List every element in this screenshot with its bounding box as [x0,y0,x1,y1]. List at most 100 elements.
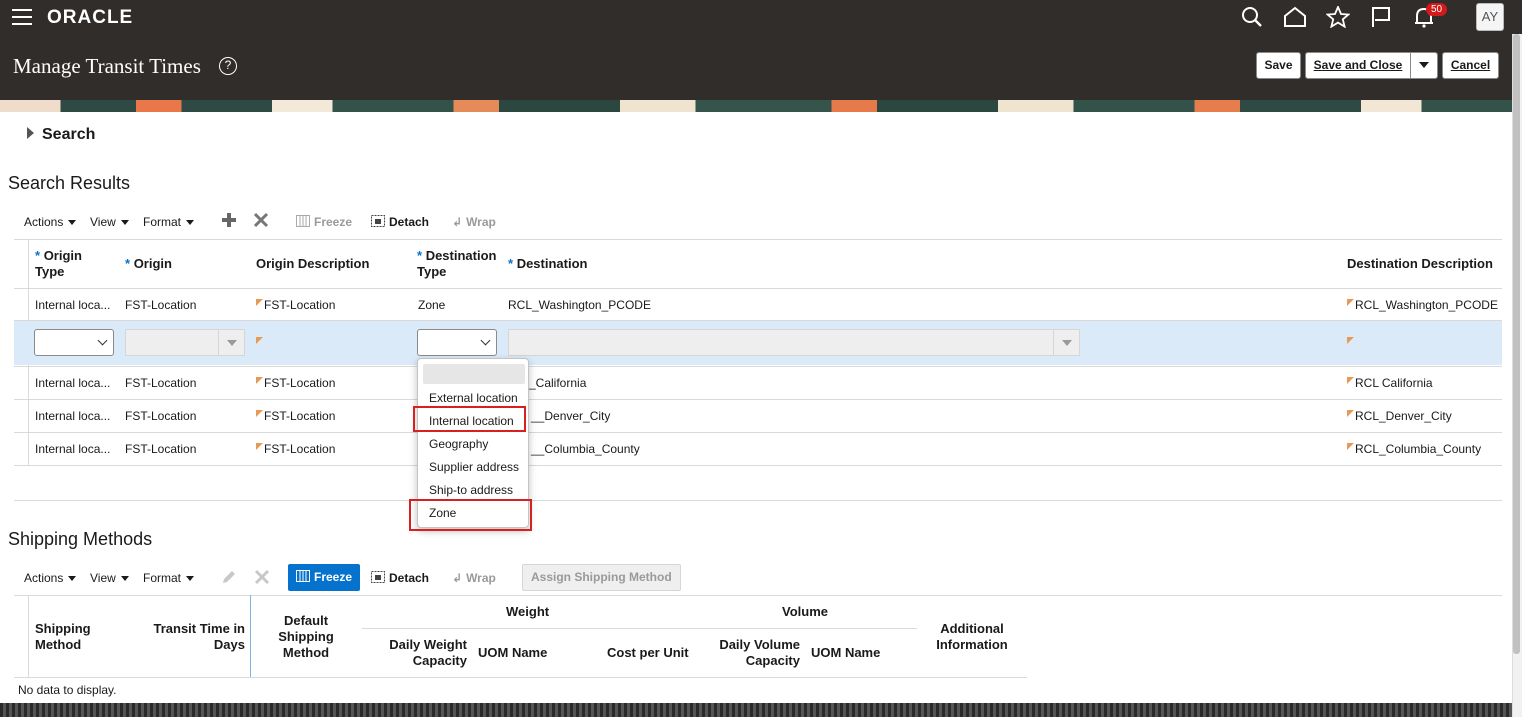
cell-origin[interactable]: FST-Location [125,442,196,456]
decorative-footer [0,703,1512,717]
col-destination-type[interactable]: * Destination Type [417,248,496,280]
global-header: ORACLE 50 AY Manage Transit Times ? Save… [0,0,1522,100]
freeze-button[interactable]: Freeze [296,211,352,233]
save-and-close-button[interactable]: Save and Close [1305,52,1411,79]
actions-menu[interactable]: Actions [24,211,77,233]
cell-origin-description[interactable]: FST-Location [256,376,335,390]
col-daily-volume-capacity[interactable]: Daily Volume Capacity [700,637,800,669]
col-daily-weight-capacity[interactable]: Daily Weight Capacity [372,637,467,669]
shipping-grid-top-border [14,595,1502,596]
cell-destination[interactable]: __Denver_City [531,409,610,423]
edit-pencil-icon[interactable] [221,569,237,592]
cell-origin[interactable]: FST-Location [125,376,196,390]
frozen-column-divider [250,595,251,677]
wrap-icon: ↲ [452,571,463,585]
wrap-button[interactable]: ↲ Wrap [452,211,496,233]
destination-type-select[interactable] [417,329,497,356]
destination-combobox[interactable] [508,329,1080,356]
col-transit-time[interactable]: Transit Time in Days [140,621,245,653]
delete-icon[interactable] [254,569,270,592]
format-menu[interactable]: Format [143,211,195,233]
cell-destination-description[interactable]: RCL California [1347,376,1433,390]
search-disclosure[interactable]: Search [27,126,95,144]
col-destination-description[interactable]: Destination Description [1347,256,1493,272]
user-avatar[interactable]: AY [1476,3,1504,31]
cell-origin-type[interactable]: Internal loca... [35,442,110,456]
cell-destination[interactable]: __Columbia_County [531,442,640,456]
freeze-icon [296,570,310,582]
cell-origin-type[interactable]: Internal loca... [35,298,110,312]
cell-origin[interactable]: FST-Location [125,298,196,312]
note-flag-icon [256,410,263,417]
cell-destination-description[interactable]: RCL_Denver_City [1347,409,1452,423]
col-group-weight: Weight [506,604,550,619]
cell-destination[interactable]: _California [529,376,586,390]
dropdown-option-geography[interactable]: Geography [429,437,488,451]
view-menu[interactable]: View [90,567,129,589]
oracle-logo[interactable]: ORACLE [47,7,133,29]
col-volume-uom-name[interactable]: UOM Name [811,645,880,661]
grid-top-border [14,239,1502,240]
search-label: Search [42,126,96,143]
detach-button[interactable]: Detach [371,567,429,589]
dropdown-option-blank[interactable] [423,364,525,384]
origin-combobox[interactable] [125,329,245,356]
highlight-internal-location [413,406,526,432]
help-icon[interactable]: ? [219,57,237,75]
cancel-button[interactable]: Cancel [1442,52,1499,79]
save-button[interactable]: Save [1256,52,1301,79]
decorative-banner [0,100,1512,112]
cell-destination-type[interactable]: Zone [418,298,445,312]
add-row-icon[interactable] [221,212,237,235]
col-group-volume: Volume [782,604,828,619]
notifications-count-badge: 50 [1426,3,1448,16]
page-title: Manage Transit Times [13,54,201,78]
format-menu[interactable]: Format [143,567,195,589]
view-menu[interactable]: View [90,211,129,233]
page-scrollbar-thumb[interactable] [1513,34,1520,654]
cell-destination-description[interactable]: RCL_Columbia_County [1347,442,1481,456]
wrap-button[interactable]: ↲ Wrap [452,567,496,589]
combobox-dropdown-icon[interactable] [1053,330,1079,355]
cell-origin-description[interactable]: FST-Location [256,442,335,456]
col-origin-type[interactable]: * Origin Type [35,248,82,280]
cell-origin-description[interactable]: FST-Location [256,409,335,423]
flag-icon[interactable] [1369,6,1393,28]
col-default-shipping-method[interactable]: Default Shipping Method [262,613,350,661]
cell-origin-description[interactable]: FST-Location [256,298,335,312]
cell-destination[interactable]: RCL_Washington_PCODE [508,298,651,312]
col-origin-description[interactable]: Origin Description [256,256,369,272]
detach-button[interactable]: Detach [371,211,429,233]
save-options-dropdown[interactable] [1410,52,1438,79]
dropdown-option-ship-to-address[interactable]: Ship-to address [429,483,513,497]
dropdown-option-supplier-address[interactable]: Supplier address [429,460,519,474]
wrap-icon: ↲ [452,215,463,229]
dropdown-option-external-location[interactable]: External location [429,391,518,405]
favorites-star-icon[interactable] [1325,4,1351,29]
chevron-down-icon [480,335,491,346]
col-additional-information[interactable]: Additional Information [922,621,1022,653]
cell-origin[interactable]: FST-Location [125,409,196,423]
empty-table-message: No data to display. [18,683,117,697]
delete-row-icon[interactable] [253,212,269,235]
actions-menu[interactable]: Actions [24,567,77,589]
col-shipping-method[interactable]: Shipping Method [35,621,91,653]
note-flag-icon [1347,377,1354,384]
search-results-title: Search Results [8,173,131,193]
col-destination[interactable]: * Destination [508,256,587,272]
combobox-dropdown-icon[interactable] [218,330,244,355]
menu-icon[interactable] [12,9,32,25]
cell-origin-type[interactable]: Internal loca... [35,409,110,423]
col-origin[interactable]: * Origin [125,256,172,272]
search-icon[interactable] [1240,6,1264,28]
col-cost-per-unit[interactable]: Cost per Unit [607,645,689,661]
freeze-button[interactable]: Freeze [288,564,361,591]
shipping-grid-header-border [14,677,1027,678]
cell-origin-type[interactable]: Internal loca... [35,376,110,390]
cell-destination-description[interactable]: RCL_Washington_PCODE [1347,298,1498,312]
col-weight-uom-name[interactable]: UOM Name [478,645,547,661]
assign-shipping-method-button[interactable]: Assign Shipping Method [522,564,681,591]
chevron-down-icon [97,335,108,346]
origin-type-select[interactable] [34,329,114,356]
home-icon[interactable] [1283,6,1307,28]
